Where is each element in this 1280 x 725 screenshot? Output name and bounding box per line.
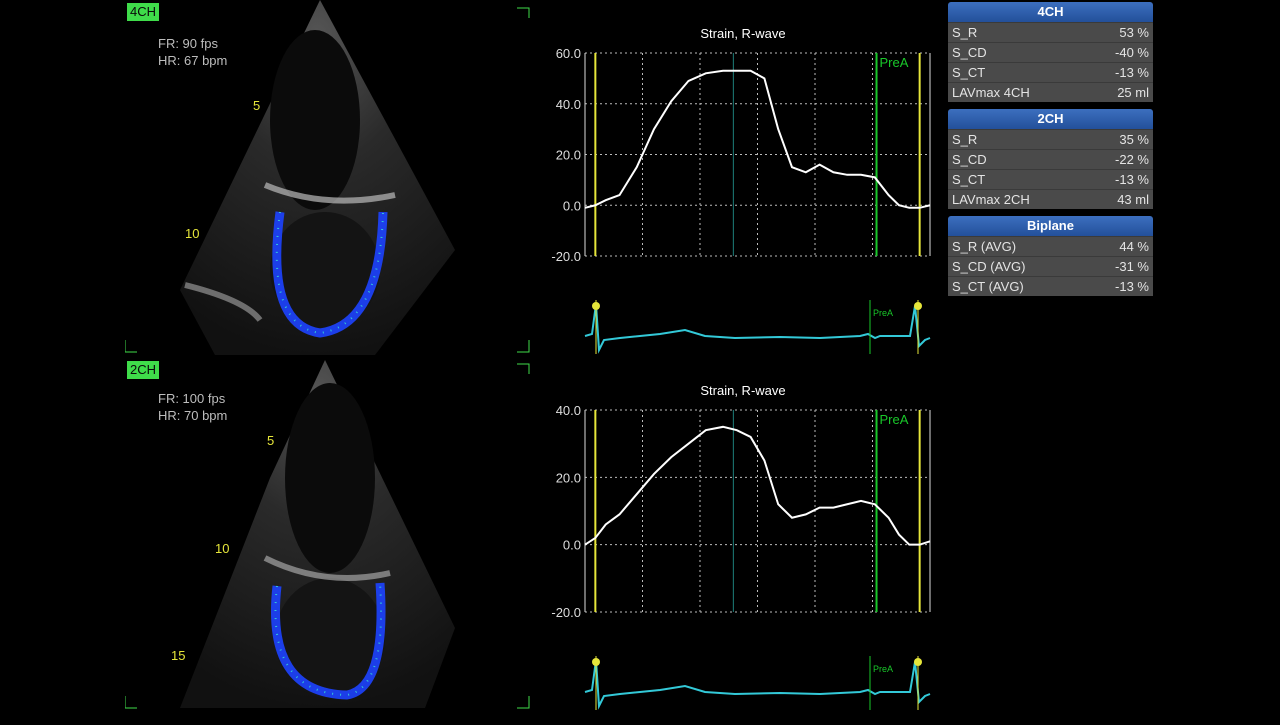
ventricle-cavity xyxy=(270,30,360,210)
heart-rate: HR: 70 bpm xyxy=(158,407,227,424)
frame-rate: FR: 90 fps xyxy=(158,35,218,52)
depth-label-5: 5 xyxy=(267,433,274,448)
ventricle-cavity xyxy=(285,383,375,573)
results-panel-biplane: Biplane S_R (AVG)44 % S_CD (AVG)-31 % S_… xyxy=(948,216,1153,296)
depth-label-10: 10 xyxy=(215,541,229,556)
r-wave-dot xyxy=(914,302,922,310)
result-row: S_R (AVG)44 % xyxy=(948,236,1153,256)
panel-header: 4CH xyxy=(948,2,1153,22)
y-tick-label: 40.0 xyxy=(556,97,581,112)
panel-header: Biplane xyxy=(948,216,1153,236)
result-row: S_CT-13 % xyxy=(948,62,1153,82)
results-panel-2ch: 2CH S_R35 % S_CD-22 % S_CT-13 % LAVmax 2… xyxy=(948,109,1153,209)
depth-label-10: 10 xyxy=(185,226,199,241)
result-row: S_CD-40 % xyxy=(948,42,1153,62)
y-tick-label: -20.0 xyxy=(551,249,581,264)
y-tick-label: -20.0 xyxy=(551,605,581,620)
prea-label: PreA xyxy=(880,412,909,427)
result-row: S_CD-22 % xyxy=(948,149,1153,169)
ecg-trace-4ch: PreA xyxy=(580,296,935,358)
result-row: S_CT-13 % xyxy=(948,169,1153,189)
strain-chart-4ch[interactable]: 60.0 40.0 20.0 0.0 -20.0 PreA xyxy=(530,40,940,270)
view-tag-4ch[interactable]: 4CH xyxy=(127,3,159,21)
y-tick-label: 20.0 xyxy=(556,470,581,485)
ecg-prea-label: PreA xyxy=(873,308,893,318)
y-tick-label: 0.0 xyxy=(563,538,581,553)
chart-title: Strain, R-wave xyxy=(593,383,893,398)
ecg-trace-2ch: PreA xyxy=(580,652,935,714)
panel-header: 2CH xyxy=(948,109,1153,129)
corner-bracket xyxy=(125,340,137,352)
r-wave-dot xyxy=(592,302,600,310)
y-tick-label: 60.0 xyxy=(556,46,581,61)
corner-bracket xyxy=(125,696,137,708)
results-panel-4ch: 4CH S_R53 % S_CD-40 % S_CT-13 % LAVmax 4… xyxy=(948,2,1153,102)
view-tag-2ch[interactable]: 2CH xyxy=(127,361,159,379)
result-row: LAVmax 4CH25 ml xyxy=(948,82,1153,102)
depth-label-15: 15 xyxy=(171,648,185,663)
result-row: S_R53 % xyxy=(948,22,1153,42)
y-tick-label: 40.0 xyxy=(556,403,581,418)
echo-view-4ch[interactable]: 5 10 4CH FR: 90 fps HR: 67 bpm xyxy=(125,0,535,358)
result-row: S_CD (AVG)-31 % xyxy=(948,256,1153,276)
heart-rate: HR: 67 bpm xyxy=(158,52,227,69)
result-row: S_CT (AVG)-13 % xyxy=(948,276,1153,296)
depth-label-5: 5 xyxy=(253,98,260,113)
ecg-prea-label: PreA xyxy=(873,664,893,674)
y-tick-label: 20.0 xyxy=(556,148,581,163)
chart-title: Strain, R-wave xyxy=(593,26,893,41)
r-wave-dot xyxy=(592,658,600,666)
frame-rate: FR: 100 fps xyxy=(158,390,225,407)
strain-chart-2ch[interactable]: 40.0 20.0 0.0 -20.0 PreA xyxy=(530,398,940,624)
y-tick-label: 0.0 xyxy=(563,198,581,213)
prea-label: PreA xyxy=(880,55,909,70)
echo-view-2ch[interactable]: 5 10 15 2CH FR: 100 fps HR: 70 bpm xyxy=(125,358,535,720)
result-row: S_R35 % xyxy=(948,129,1153,149)
result-row: LAVmax 2CH43 ml xyxy=(948,189,1153,209)
r-wave-dot xyxy=(914,658,922,666)
